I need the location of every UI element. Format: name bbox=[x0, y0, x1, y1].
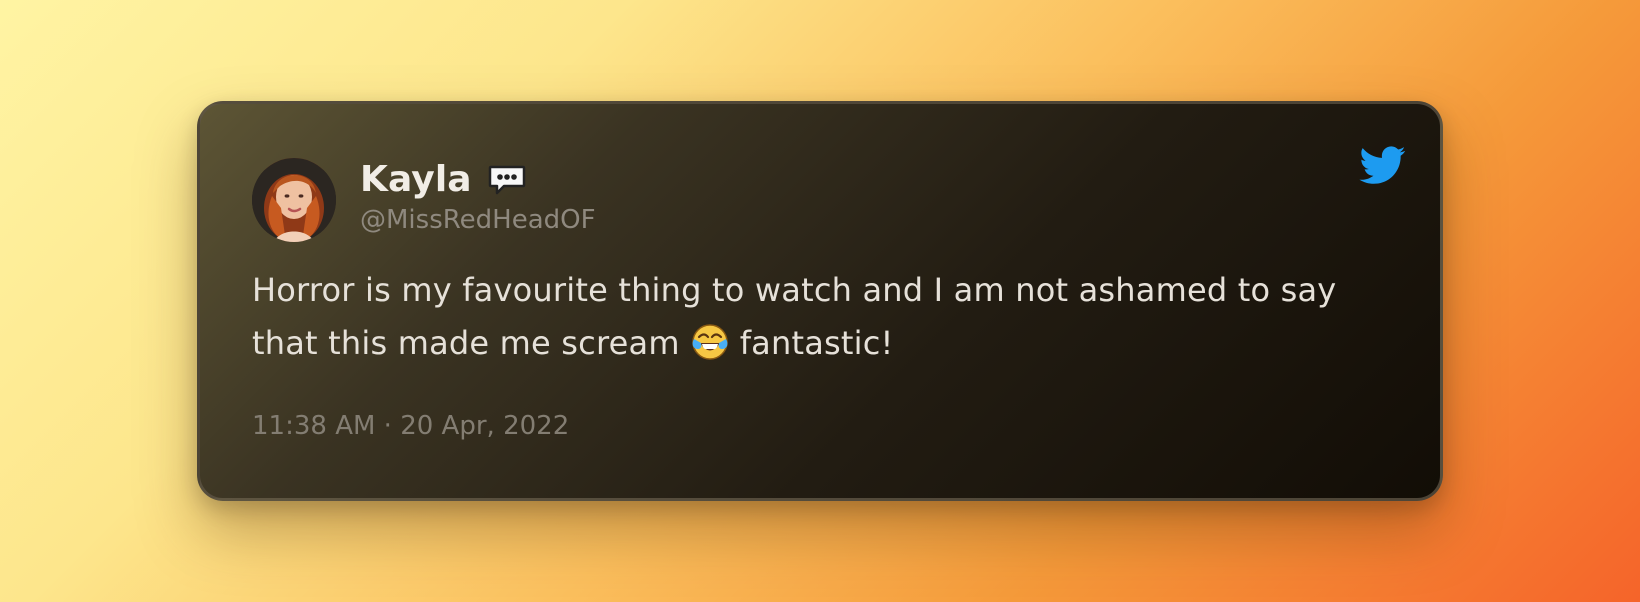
tweet-timestamp[interactable]: 11:38 AM · 20 Apr, 2022 bbox=[252, 413, 569, 439]
speech-bubble-icon bbox=[488, 165, 525, 195]
author-avatar[interactable] bbox=[252, 158, 336, 242]
face-with-tears-of-joy-icon bbox=[691, 324, 728, 360]
tweet-card: Kayla @MissRedHeadOF Horror is my favour… bbox=[197, 101, 1443, 501]
author-handle[interactable]: @MissRedHeadOF bbox=[360, 207, 596, 233]
twitter-bird-icon[interactable] bbox=[1356, 142, 1410, 188]
avatar-photo bbox=[252, 158, 336, 242]
tweet-text-part-2: fantastic! bbox=[739, 324, 894, 362]
tweet-text: Horror is my favourite thing to watch an… bbox=[252, 264, 1362, 370]
author-name-row: Kayla bbox=[360, 162, 526, 198]
author-name[interactable]: Kayla bbox=[360, 162, 472, 198]
